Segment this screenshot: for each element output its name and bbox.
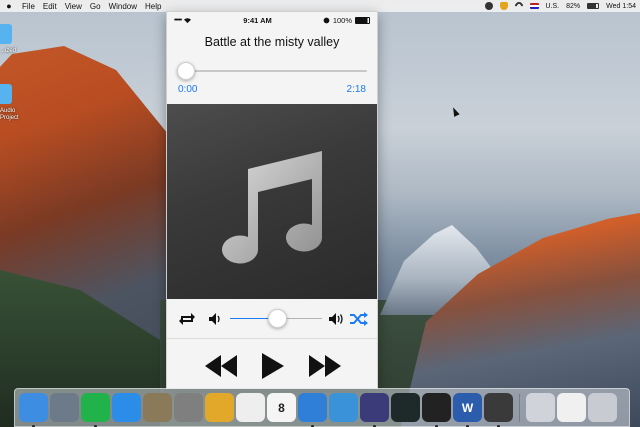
shuffle-button[interactable] (348, 308, 370, 330)
finder-icon[interactable] (19, 393, 48, 427)
alarm-icon (323, 17, 330, 23)
folder-icon (0, 24, 12, 44)
activity-monitor-icon[interactable] (391, 393, 420, 422)
secondary-controls (167, 299, 377, 339)
current-time: 0:00 (178, 84, 198, 95)
rewind-icon (205, 355, 237, 377)
word-icon[interactable]: W (453, 393, 482, 427)
duration: 2:18 (346, 84, 366, 95)
xcode-icon[interactable] (298, 393, 327, 427)
progress-thumb[interactable] (177, 62, 195, 80)
ios-time: 9:41 AM (243, 15, 272, 25)
repeat-button[interactable] (176, 308, 198, 330)
quicktime-icon[interactable] (484, 393, 513, 427)
ios-battery-icon (355, 16, 370, 24)
terminal-icon[interactable] (422, 393, 451, 427)
input-source-label[interactable]: U.S. (546, 3, 560, 10)
menu-go[interactable]: Go (90, 2, 101, 11)
pycharm-icon[interactable] (81, 393, 110, 427)
ios-status-bar: ••••• 9:41 AM 100% (167, 12, 377, 28)
gimp-icon[interactable] (143, 393, 172, 422)
simulator-window: ••••• 9:41 AM 100% Battle at the misty v… (166, 11, 378, 389)
launchpad-icon[interactable] (50, 393, 79, 422)
album-artwork (167, 104, 377, 299)
volume-low-icon (204, 308, 226, 330)
battery-percent[interactable]: 82% (566, 3, 580, 10)
menu-help[interactable]: Help (145, 2, 161, 11)
menubar-clock[interactable]: Wed 1:54 (606, 3, 636, 10)
play-button[interactable] (256, 349, 290, 383)
trash-icon[interactable] (588, 393, 617, 422)
play-icon (262, 353, 284, 379)
time-labels: 0:00 2:18 (178, 84, 366, 96)
volume-slider[interactable] (230, 308, 322, 330)
signal-strength: ••••• (174, 16, 182, 24)
folder-icon (0, 84, 12, 104)
document-icon[interactable] (557, 393, 586, 422)
transport-controls (167, 342, 377, 388)
repeat-icon (179, 312, 195, 325)
calendar-icon[interactable]: 8 (267, 393, 296, 422)
calculator-icon[interactable] (174, 393, 203, 422)
desktop-item-label: Audio Project (0, 108, 19, 121)
desktop-item[interactable]: ...ized (0, 24, 28, 55)
textedit-icon[interactable] (236, 393, 265, 422)
shuffle-icon (350, 311, 368, 326)
record-icon[interactable] (484, 2, 493, 10)
desktop-item[interactable]: Audio Project (0, 84, 28, 122)
menu-window[interactable]: Window (109, 2, 137, 11)
song-title: Battle at the misty valley (204, 35, 340, 49)
music-note-icon (222, 150, 323, 264)
downloads-icon[interactable] (526, 393, 555, 422)
wifi-icon[interactable] (512, 0, 525, 12)
menu-file[interactable]: File (22, 2, 35, 11)
preview-icon[interactable] (329, 393, 358, 422)
playback-progress-slider[interactable] (177, 61, 367, 81)
volume-thumb[interactable] (267, 308, 287, 328)
dock: 8W (14, 388, 630, 427)
battery-icon[interactable] (587, 3, 600, 9)
menu-view[interactable]: View (65, 2, 82, 11)
dock-separator (519, 393, 520, 422)
progress-track (177, 70, 367, 72)
shield-icon[interactable] (499, 2, 508, 10)
menu-edit[interactable]: Edit (43, 2, 57, 11)
instruments-icon[interactable] (360, 393, 389, 427)
status-menus: U.S. 82% Wed 1:54 (484, 0, 636, 12)
us-flag-icon[interactable] (529, 3, 539, 9)
wifi-icon (184, 17, 192, 23)
fast-forward-button[interactable] (308, 349, 342, 383)
fast-forward-icon (309, 355, 341, 377)
wunderlist-icon[interactable] (205, 393, 234, 422)
rewind-button[interactable] (204, 349, 238, 383)
apple-menu-icon[interactable]: ● (4, 1, 14, 11)
ios-battery-percent: 100% (332, 15, 352, 25)
safari-icon[interactable] (112, 393, 141, 422)
volume-high-icon (326, 308, 348, 330)
desktop-item-label: ...ized (0, 48, 17, 54)
